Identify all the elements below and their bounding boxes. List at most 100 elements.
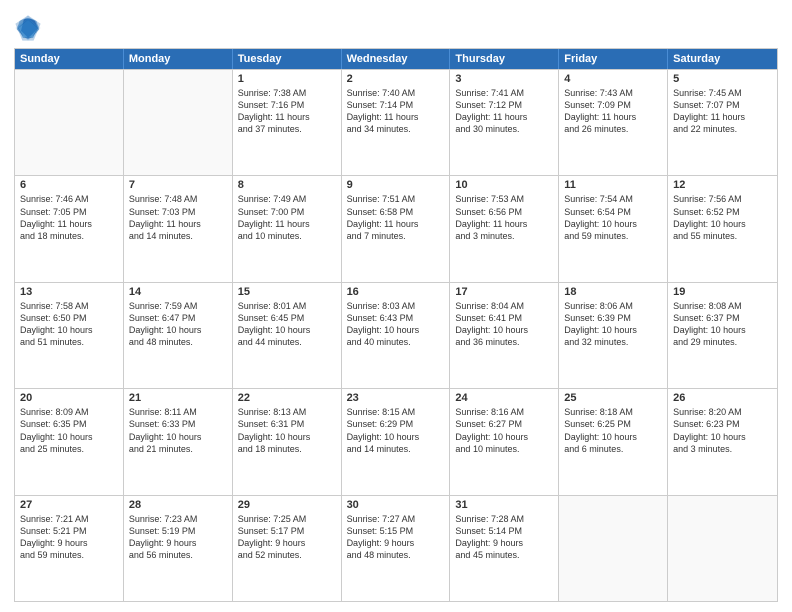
cell-content: Sunrise: 7:46 AM Sunset: 7:05 PM Dayligh… [20,194,92,240]
header-day-tuesday: Tuesday [233,49,342,69]
day-number: 15 [238,286,336,298]
day-number: 21 [129,392,227,404]
calendar-cell: 7 Sunrise: 7:48 AM Sunset: 7:03 PM Daylig… [124,176,233,281]
calendar-cell: 26 Sunrise: 8:20 AM Sunset: 6:23 PM Dayli… [668,389,777,494]
cell-content: Sunrise: 7:51 AM Sunset: 6:58 PM Dayligh… [347,194,419,240]
cell-content: Sunrise: 8:03 AM Sunset: 6:43 PM Dayligh… [347,301,420,347]
calendar-cell: 1Sunrise: 7:38 AM Sunset: 7:16 PM Daylig… [233,70,342,175]
calendar-cell: 11 Sunrise: 7:54 AM Sunset: 6:54 PM Dayli… [559,176,668,281]
day-number: 30 [347,499,445,511]
calendar-cell: 28 Sunrise: 7:23 AM Sunset: 5:19 PM Dayli… [124,496,233,601]
calendar-cell: 17 Sunrise: 8:04 AM Sunset: 6:41 PM Dayli… [450,283,559,388]
calendar-cell: 27Sunrise: 7:21 AM Sunset: 5:21 PM Dayli… [15,496,124,601]
cell-content: Sunrise: 8:20 AM Sunset: 6:23 PM Dayligh… [673,407,746,453]
day-number: 24 [455,392,553,404]
cell-content: Sunrise: 7:28 AM Sunset: 5:14 PM Dayligh… [455,514,524,560]
day-number: 7 [129,179,227,191]
day-number: 12 [673,179,772,191]
cell-content: Sunrise: 8:11 AM Sunset: 6:33 PM Dayligh… [129,407,202,453]
day-number: 9 [347,179,445,191]
calendar-row-1: 6 Sunrise: 7:46 AM Sunset: 7:05 PM Daylig… [15,175,777,281]
calendar-cell: 19 Sunrise: 8:08 AM Sunset: 6:37 PM Dayli… [668,283,777,388]
calendar-cell [15,70,124,175]
cell-content: Sunrise: 7:54 AM Sunset: 6:54 PM Dayligh… [564,194,637,240]
day-number: 6 [20,179,118,191]
cell-content: Sunrise: 8:06 AM Sunset: 6:39 PM Dayligh… [564,301,637,347]
day-number: 20 [20,392,118,404]
calendar-body: 1Sunrise: 7:38 AM Sunset: 7:16 PM Daylig… [15,69,777,601]
day-number: 13 [20,286,118,298]
calendar-header: SundayMondayTuesdayWednesdayThursdayFrid… [15,49,777,69]
calendar-cell: 4Sunrise: 7:43 AM Sunset: 7:09 PM Daylig… [559,70,668,175]
cell-content: Sunrise: 7:25 AM Sunset: 5:17 PM Dayligh… [238,514,307,560]
cell-content: Sunrise: 8:01 AM Sunset: 6:45 PM Dayligh… [238,301,311,347]
calendar-cell: 5Sunrise: 7:45 AM Sunset: 7:07 PM Daylig… [668,70,777,175]
calendar-cell: 8 Sunrise: 7:49 AM Sunset: 7:00 PM Daylig… [233,176,342,281]
header [14,10,778,42]
calendar-cell: 23 Sunrise: 8:15 AM Sunset: 6:29 PM Dayli… [342,389,451,494]
cell-content: Sunrise: 7:58 AM Sunset: 6:50 PM Dayligh… [20,301,93,347]
day-number: 3 [455,73,553,85]
calendar-cell: 22Sunrise: 8:13 AM Sunset: 6:31 PM Dayli… [233,389,342,494]
calendar-cell: 3 Sunrise: 7:41 AM Sunset: 7:12 PM Daylig… [450,70,559,175]
calendar-row-0: 1Sunrise: 7:38 AM Sunset: 7:16 PM Daylig… [15,69,777,175]
cell-content: Sunrise: 7:56 AM Sunset: 6:52 PM Dayligh… [673,194,746,240]
day-number: 10 [455,179,553,191]
calendar-cell: 31Sunrise: 7:28 AM Sunset: 5:14 PM Dayli… [450,496,559,601]
calendar: SundayMondayTuesdayWednesdayThursdayFrid… [14,48,778,602]
day-number: 19 [673,286,772,298]
cell-content: Sunrise: 8:09 AM Sunset: 6:35 PM Dayligh… [20,407,93,453]
header-day-sunday: Sunday [15,49,124,69]
calendar-cell: 20 Sunrise: 8:09 AM Sunset: 6:35 PM Dayli… [15,389,124,494]
header-day-friday: Friday [559,49,668,69]
cell-content: Sunrise: 8:04 AM Sunset: 6:41 PM Dayligh… [455,301,528,347]
day-number: 8 [238,179,336,191]
header-day-wednesday: Wednesday [342,49,451,69]
day-number: 4 [564,73,662,85]
logo [14,14,46,42]
day-number: 16 [347,286,445,298]
calendar-cell [668,496,777,601]
calendar-cell: 30 Sunrise: 7:27 AM Sunset: 5:15 PM Dayli… [342,496,451,601]
cell-content: Sunrise: 7:48 AM Sunset: 7:03 PM Dayligh… [129,194,201,240]
header-day-monday: Monday [124,49,233,69]
day-number: 17 [455,286,553,298]
calendar-cell: 2 Sunrise: 7:40 AM Sunset: 7:14 PM Daylig… [342,70,451,175]
calendar-cell: 29 Sunrise: 7:25 AM Sunset: 5:17 PM Dayli… [233,496,342,601]
day-number: 2 [347,73,445,85]
calendar-cell: 18 Sunrise: 8:06 AM Sunset: 6:39 PM Dayli… [559,283,668,388]
calendar-cell: 14Sunrise: 7:59 AM Sunset: 6:47 PM Dayli… [124,283,233,388]
calendar-row-4: 27Sunrise: 7:21 AM Sunset: 5:21 PM Dayli… [15,495,777,601]
calendar-row-2: 13 Sunrise: 7:58 AM Sunset: 6:50 PM Dayli… [15,282,777,388]
cell-content: Sunrise: 8:08 AM Sunset: 6:37 PM Dayligh… [673,301,746,347]
calendar-row-3: 20 Sunrise: 8:09 AM Sunset: 6:35 PM Dayli… [15,388,777,494]
day-number: 23 [347,392,445,404]
cell-content: Sunrise: 8:18 AM Sunset: 6:25 PM Dayligh… [564,407,637,453]
calendar-cell: 25Sunrise: 8:18 AM Sunset: 6:25 PM Dayli… [559,389,668,494]
calendar-cell: 9 Sunrise: 7:51 AM Sunset: 6:58 PM Daylig… [342,176,451,281]
cell-content: Sunrise: 8:15 AM Sunset: 6:29 PM Dayligh… [347,407,420,453]
page: SundayMondayTuesdayWednesdayThursdayFrid… [0,0,792,612]
calendar-cell: 6 Sunrise: 7:46 AM Sunset: 7:05 PM Daylig… [15,176,124,281]
calendar-cell: 13 Sunrise: 7:58 AM Sunset: 6:50 PM Dayli… [15,283,124,388]
day-number: 14 [129,286,227,298]
calendar-cell: 16 Sunrise: 8:03 AM Sunset: 6:43 PM Dayli… [342,283,451,388]
day-number: 18 [564,286,662,298]
logo-icon [14,14,42,42]
header-day-saturday: Saturday [668,49,777,69]
day-number: 26 [673,392,772,404]
cell-content: Sunrise: 7:40 AM Sunset: 7:14 PM Dayligh… [347,88,419,134]
day-number: 11 [564,179,662,191]
calendar-cell [559,496,668,601]
day-number: 29 [238,499,336,511]
header-day-thursday: Thursday [450,49,559,69]
cell-content: Sunrise: 7:49 AM Sunset: 7:00 PM Dayligh… [238,194,310,240]
cell-content: Sunrise: 7:23 AM Sunset: 5:19 PM Dayligh… [129,514,198,560]
day-number: 27 [20,499,118,511]
cell-content: Sunrise: 8:16 AM Sunset: 6:27 PM Dayligh… [455,407,528,453]
cell-content: Sunrise: 7:41 AM Sunset: 7:12 PM Dayligh… [455,88,527,134]
day-number: 28 [129,499,227,511]
cell-content: Sunrise: 7:27 AM Sunset: 5:15 PM Dayligh… [347,514,416,560]
day-number: 5 [673,73,772,85]
calendar-cell: 10Sunrise: 7:53 AM Sunset: 6:56 PM Dayli… [450,176,559,281]
